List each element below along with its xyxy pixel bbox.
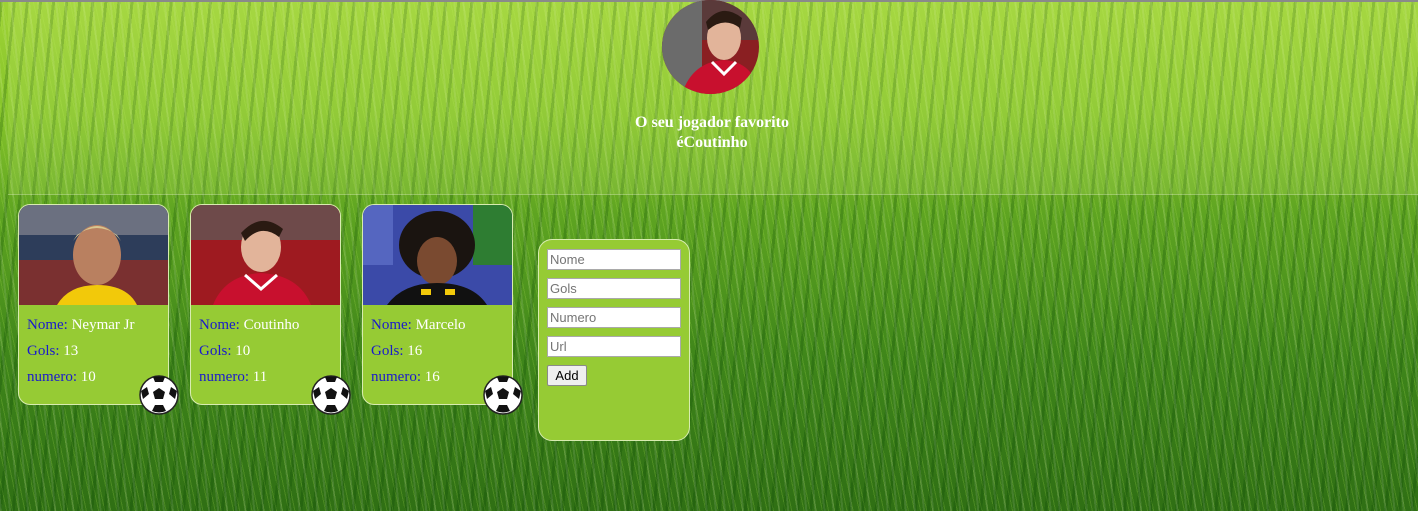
numero-input[interactable] bbox=[547, 307, 681, 328]
add-button[interactable]: Add bbox=[547, 365, 587, 386]
player-photo bbox=[19, 205, 168, 305]
numero-label: numero: bbox=[199, 369, 249, 385]
soccer-ball-icon[interactable] bbox=[483, 375, 523, 415]
numero-value: 16 bbox=[424, 369, 440, 385]
numero-value: 11 bbox=[252, 369, 268, 385]
player-card-marcelo[interactable]: Nome: Marcelo Gols: 16 numero: 16 bbox=[362, 204, 523, 415]
gols-value: 16 bbox=[407, 343, 423, 359]
url-input[interactable] bbox=[547, 336, 681, 357]
favorite-text-line2: éCoutinho bbox=[676, 134, 748, 151]
gols-label: Gols: bbox=[199, 343, 232, 359]
gols-value: 10 bbox=[235, 343, 251, 359]
soccer-ball-icon[interactable] bbox=[139, 375, 179, 415]
nome-input[interactable] bbox=[547, 249, 681, 270]
nome-value: Neymar Jr bbox=[71, 317, 135, 333]
numero-label: numero: bbox=[27, 369, 77, 385]
player-card-neymar[interactable]: Nome: Neymar Jr Gols: 13 numero: 10 bbox=[18, 204, 179, 415]
gols-label: Gols: bbox=[371, 343, 404, 359]
numero-label: numero: bbox=[371, 369, 421, 385]
player-card-coutinho[interactable]: Nome: Coutinho Gols: 10 numero: 11 bbox=[190, 204, 351, 415]
nome-label: Nome: bbox=[199, 317, 240, 333]
nome-label: Nome: bbox=[371, 317, 412, 333]
soccer-ball-icon[interactable] bbox=[311, 375, 351, 415]
player-photo bbox=[191, 205, 340, 305]
favorite-player-avatar bbox=[662, 0, 759, 94]
player-photo bbox=[363, 205, 512, 305]
nome-value: Marcelo bbox=[415, 317, 466, 333]
nome-label: Nome: bbox=[27, 317, 68, 333]
gols-label: Gols: bbox=[27, 343, 60, 359]
numero-value: 10 bbox=[80, 369, 96, 385]
favorite-text-line1: O seu jogador favorito bbox=[635, 114, 789, 131]
gols-input[interactable] bbox=[547, 278, 681, 299]
nome-value: Coutinho bbox=[243, 317, 300, 333]
favorite-player-text: O seu jogador favorito éCoutinho bbox=[612, 113, 812, 153]
gols-value: 13 bbox=[63, 343, 79, 359]
add-player-form: Add bbox=[538, 239, 690, 441]
